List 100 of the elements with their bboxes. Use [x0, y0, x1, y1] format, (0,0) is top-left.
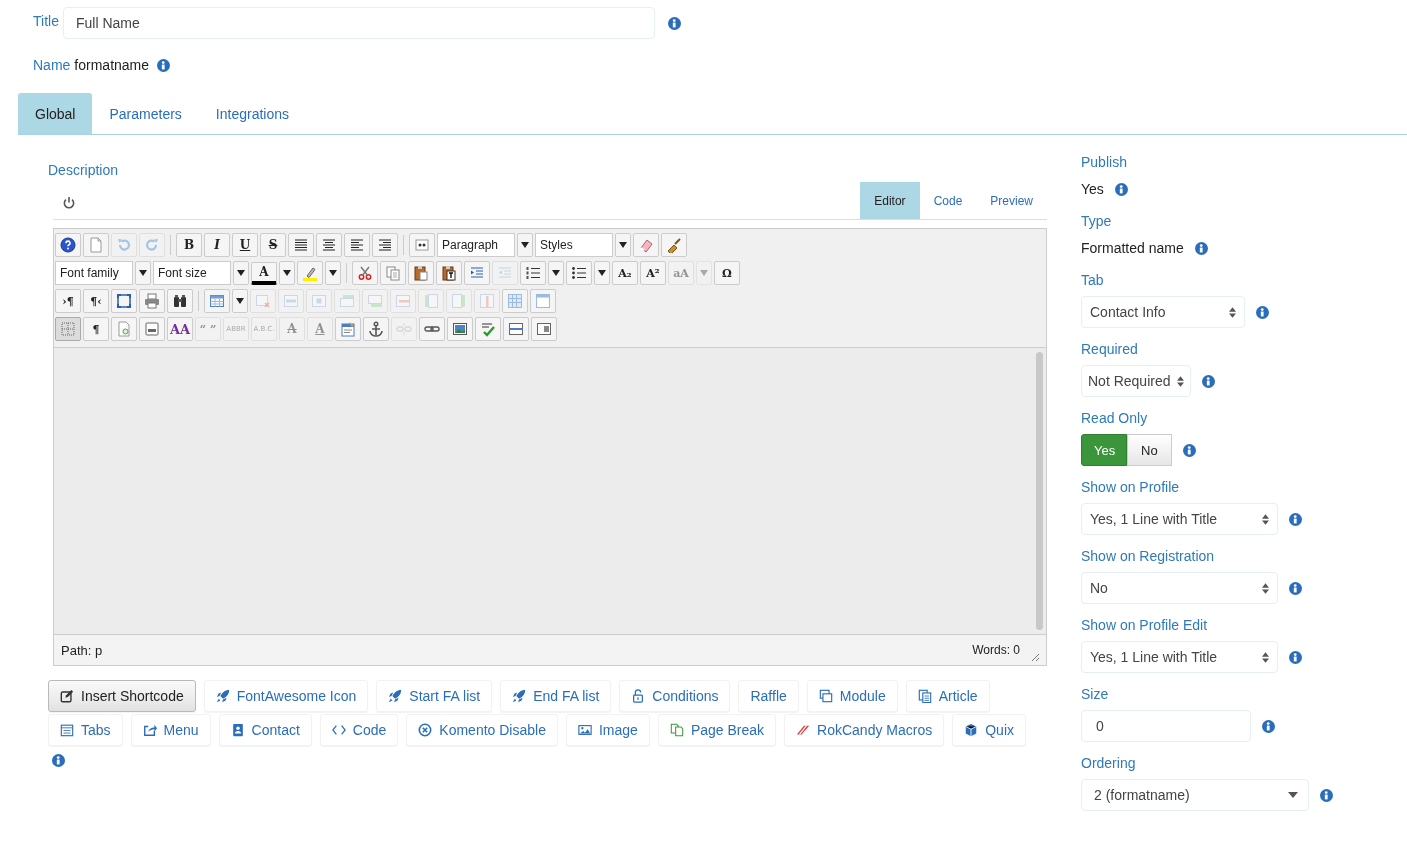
description-label: Description [48, 162, 120, 180]
toolbar-button[interactable] [363, 317, 389, 341]
shortcode-button[interactable]: Image [565, 714, 650, 746]
printer-icon [144, 293, 160, 309]
toolbar-button[interactable] [447, 317, 473, 341]
power-icon[interactable] [62, 196, 76, 210]
editor-tab[interactable]: Preview [976, 182, 1047, 219]
toolbar-button[interactable] [55, 233, 81, 257]
toolbar-button[interactable]: Ω [714, 261, 740, 285]
info-icon [667, 16, 681, 30]
dropdown-button[interactable] [233, 261, 249, 285]
rocket-icon [388, 689, 403, 703]
toolbar-button[interactable] [167, 289, 193, 313]
cube-icon [964, 723, 979, 737]
page-icon [88, 237, 104, 253]
setting-label: Show on Profile Edit [1081, 617, 1209, 635]
shortcode-button[interactable]: RokCandy Macros [784, 714, 945, 746]
dropdown-button[interactable] [594, 261, 610, 285]
dropdown-button[interactable] [135, 261, 151, 285]
toolbar-button[interactable]: I [204, 233, 230, 257]
shortcode-button[interactable]: Menu [130, 714, 211, 746]
contact-book-icon [230, 723, 245, 737]
justify-icon [293, 237, 309, 253]
shortcode-button[interactable]: Contact [218, 714, 312, 746]
format-select[interactable]: Font size [153, 261, 231, 285]
toolbar-button[interactable]: A₂ [612, 261, 638, 285]
info-icon [1289, 512, 1302, 526]
editor-tab[interactable]: Code [919, 182, 977, 219]
shortcode-button[interactable]: Tabs [48, 714, 123, 746]
table-cell-icon [311, 293, 327, 309]
shortcode-button[interactable]: Start FA list [376, 680, 493, 712]
editor-tab[interactable]: Editor [860, 182, 920, 219]
dropdown-button[interactable] [517, 233, 533, 257]
toolbar-button[interactable] [288, 233, 314, 257]
toolbar-button[interactable] [661, 233, 687, 257]
toolbar-button[interactable] [520, 261, 546, 285]
select-field[interactable]: Not Required [1081, 365, 1191, 397]
shortcode-button[interactable]: Article [905, 680, 990, 712]
shortcode-button[interactable]: FontAwesome Icon [203, 680, 369, 712]
size-field[interactable]: 0 [1081, 710, 1251, 742]
toolbar-button[interactable]: S [260, 233, 286, 257]
shortcode-button[interactable]: End FA list [500, 680, 612, 712]
toolbar-button[interactable] [566, 261, 592, 285]
dropdown-button[interactable] [548, 261, 564, 285]
toolbar-button[interactable]: A² [640, 261, 666, 285]
format-select[interactable]: Paragraph [437, 233, 515, 257]
tab[interactable]: Parameters [92, 93, 199, 134]
sort-arrows-icon [1262, 582, 1269, 594]
toggle-option[interactable]: Yes [1081, 434, 1127, 466]
shortcode-button[interactable]: Insert Shortcode [48, 680, 196, 712]
shortcode-button[interactable]: Code [319, 714, 399, 746]
scrollbar[interactable] [1036, 352, 1043, 630]
select-field[interactable]: No [1081, 572, 1278, 604]
select-field[interactable]: Contact Info [1081, 296, 1245, 328]
shortcode-button[interactable]: Conditions [619, 680, 731, 712]
select-field[interactable]: 2 (formatname) [1081, 779, 1309, 811]
toolbar-button[interactable] [316, 233, 342, 257]
sort-arrows-icon [1262, 513, 1269, 525]
shortcode-button[interactable]: Raffle [738, 680, 799, 712]
shortcode-button[interactable]: Module [806, 680, 898, 712]
toolbar-button[interactable] [372, 233, 398, 257]
info-icon [1202, 374, 1215, 388]
dropdown-button[interactable] [279, 261, 295, 285]
share-icon [142, 723, 157, 737]
toolbar-button[interactable]: U [232, 233, 258, 257]
toolbar-button[interactable]: ¶ [83, 317, 109, 341]
dropdown-button[interactable] [615, 233, 631, 257]
toolbar-button[interactable] [408, 261, 434, 285]
row-above-icon [339, 293, 355, 309]
shortcode-button[interactable]: Quix [952, 714, 1026, 746]
toolbar-button[interactable]: ›¶ [55, 289, 81, 313]
format-select[interactable]: Font family [55, 261, 133, 285]
left-icon [349, 237, 365, 253]
toolbar-button[interactable]: AA [167, 317, 193, 341]
toolbar-button[interactable]: ¶‹ [83, 289, 109, 313]
page-search-icon [116, 321, 132, 337]
setting-label: Required [1081, 341, 1139, 359]
toolbar-button[interactable]: B [176, 233, 202, 257]
format-select[interactable]: Styles [535, 233, 613, 257]
resize-grip-icon[interactable] [1030, 652, 1040, 662]
shortcode-button[interactable]: Page Break [657, 714, 777, 746]
caret-icon [283, 270, 291, 276]
attributes-icon [340, 321, 356, 337]
circle-x-icon [418, 723, 433, 737]
select-field[interactable]: Yes, 1 Line with Title [1081, 641, 1278, 673]
toolbar-button[interactable] [436, 261, 462, 285]
pages-icon [669, 723, 684, 737]
shortcode-button[interactable]: Komento Disable [406, 714, 558, 746]
title-field[interactable]: Full Name [62, 7, 655, 39]
row-delete-icon [395, 293, 411, 309]
dropdown-button[interactable] [232, 289, 248, 313]
setting-label: Publish [1081, 154, 1128, 172]
anchor-icon [368, 321, 384, 337]
select-field[interactable]: Yes, 1 Line with Title [1081, 503, 1278, 535]
toolbar-button[interactable]: A [251, 261, 277, 285]
toolbar-button[interactable] [344, 233, 370, 257]
dropdown-button[interactable] [325, 261, 341, 285]
tab[interactable]: Global [18, 93, 93, 134]
toggle-option[interactable]: No [1127, 434, 1172, 466]
tab[interactable]: Integrations [198, 93, 306, 134]
